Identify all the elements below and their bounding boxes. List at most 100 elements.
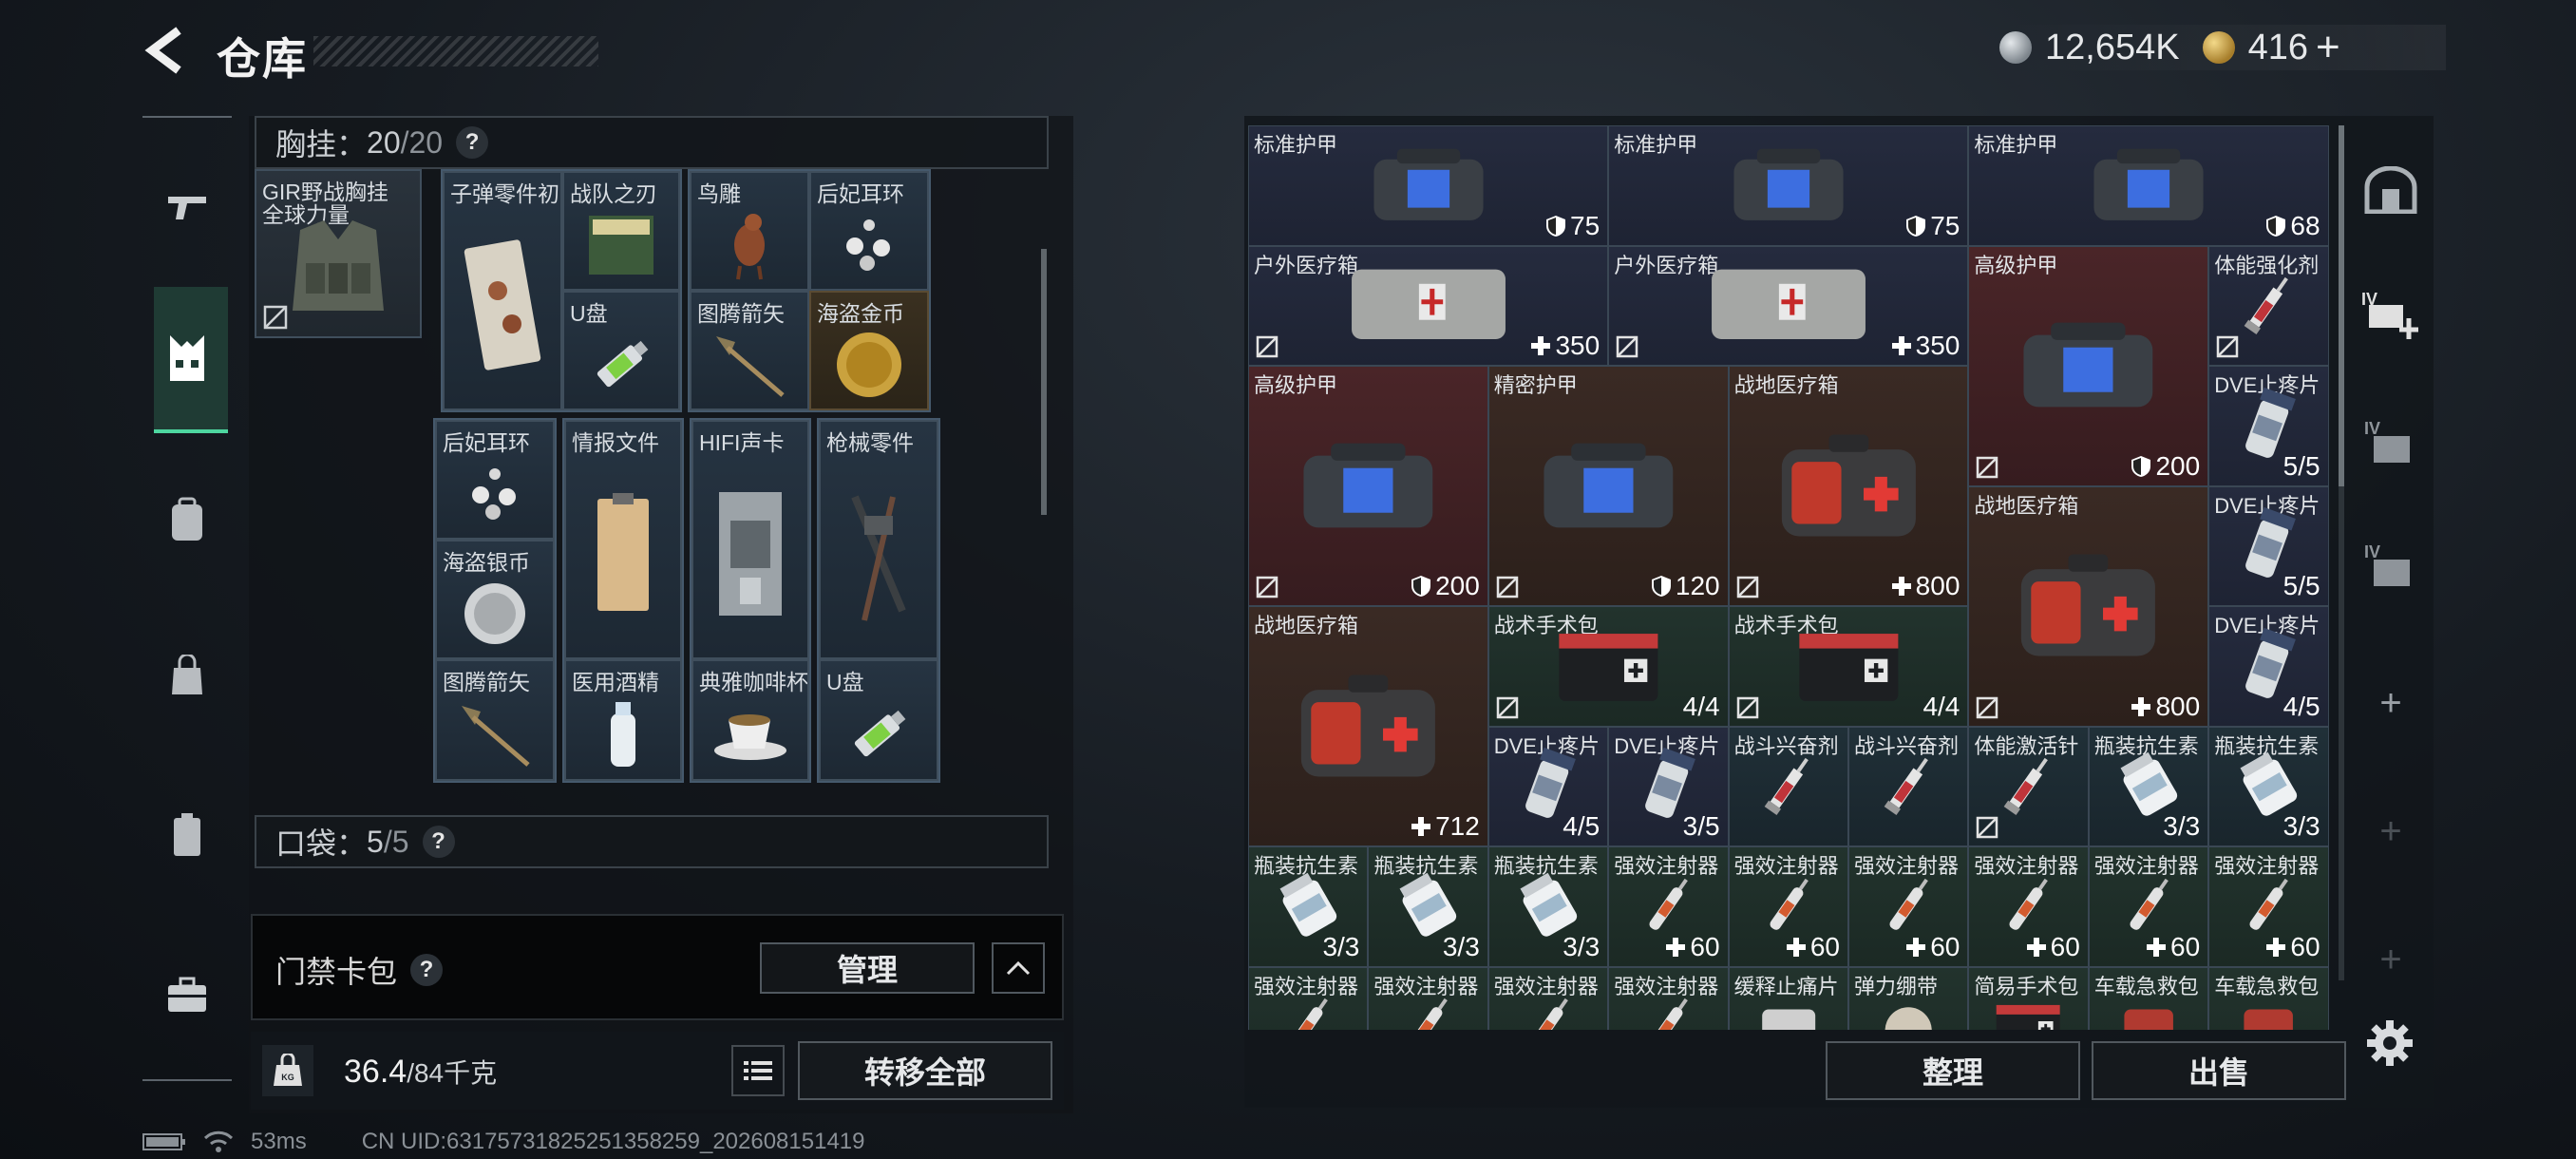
item-cell[interactable]: 子弹零件初: [443, 171, 562, 410]
vest-icon: [170, 335, 204, 381]
inventory-item[interactable]: 强效注射器 60: [1728, 846, 1848, 967]
inventory-item[interactable]: 瓶装抗生素 3/3: [2088, 726, 2209, 846]
inventory-item[interactable]: 战术手术包 4/4: [1487, 606, 1729, 727]
item-cell[interactable]: 后妃耳环: [435, 420, 555, 540]
inventory-item[interactable]: 高级护甲 200: [1248, 366, 1488, 606]
item-cell[interactable]: 海盗金币: [809, 291, 929, 410]
weight-bar: KG 36.4/84千克 转移全部: [251, 1032, 1064, 1110]
inventory-item[interactable]: 精密护甲 120: [1487, 366, 1729, 606]
rail-key-room[interactable]: IV: [2358, 408, 2424, 475]
vest-capacity-bar: 胸挂： 20 /20 ?: [255, 116, 1049, 169]
sell-button[interactable]: 出售: [2092, 1041, 2346, 1100]
nav-bag[interactable]: [154, 642, 220, 709]
inventory-item[interactable]: 户外医疗箱 350: [1248, 245, 1609, 366]
rail-safe[interactable]: [2358, 157, 2424, 223]
gold-balance: 416: [2247, 27, 2308, 67]
scrollbar-thumb[interactable]: [1041, 249, 1047, 515]
settings-gear-icon[interactable]: [2365, 1018, 2415, 1068]
item-value: 4/4: [1923, 691, 1960, 721]
inventory-item[interactable]: 瓶装抗生素 3/3: [1248, 846, 1369, 967]
inventory-item[interactable]: 体能强化剂: [2208, 245, 2329, 366]
rail-add-key[interactable]: IV: [2358, 280, 2424, 347]
inventory-item[interactable]: 弹力绷带: [1848, 966, 1969, 1030]
inventory-item[interactable]: 强效注射器: [1608, 966, 1729, 1030]
inventory-item[interactable]: DVE止疼片 5/5: [2208, 485, 2329, 606]
inventory-item[interactable]: 户外医疗箱 350: [1608, 245, 1969, 366]
inventory-item[interactable]: 瓶装抗生素 3/3: [2208, 726, 2329, 846]
item-cell[interactable]: U盘: [562, 291, 680, 410]
heal-plus-icon: [2026, 937, 2046, 957]
inventory-item[interactable]: 强效注射器 60: [2208, 846, 2329, 967]
help-icon[interactable]: ?: [456, 126, 489, 159]
inventory-item[interactable]: 强效注射器: [1368, 966, 1488, 1030]
item-cell[interactable]: 鸟雕: [690, 171, 809, 291]
inventory-item[interactable]: 战地医疗箱 712: [1248, 606, 1488, 846]
inventory-item[interactable]: 简易手术包: [1968, 966, 2089, 1030]
item-cell[interactable]: 典雅咖啡杯: [691, 659, 809, 781]
collapse-button[interactable]: [992, 942, 1045, 994]
nav-backpack[interactable]: [154, 486, 220, 553]
inventory-item[interactable]: 车载急救包: [2088, 966, 2209, 1030]
inventory-item[interactable]: 标准护甲 75: [1608, 125, 1969, 246]
item-cell[interactable]: HIFI声卡: [691, 420, 809, 659]
scrollbar-thumb[interactable]: [2339, 125, 2344, 486]
inventory-item[interactable]: 标准护甲 68: [1968, 125, 2329, 246]
rail-key-box[interactable]: IV: [2358, 532, 2424, 598]
shield-icon: [1651, 576, 1671, 597]
add-currency-button[interactable]: +: [2316, 24, 2340, 71]
item-cell[interactable]: 图腾箭矢: [690, 291, 809, 410]
item-cell[interactable]: U盘: [819, 659, 938, 781]
rail-add-slot[interactable]: +: [2358, 670, 2424, 736]
inventory-item[interactable]: 战术手术包 4/4: [1728, 606, 1969, 727]
svg-text:IV: IV: [2364, 419, 2380, 438]
nav-case[interactable]: [154, 802, 220, 868]
nav-briefcase[interactable]: [154, 961, 220, 1028]
inventory-item[interactable]: 战斗兴奋剂: [1728, 726, 1848, 846]
inventory-item[interactable]: 标准护甲 75: [1248, 125, 1609, 246]
item-cell[interactable]: 图腾箭矢: [435, 659, 555, 781]
item-cell[interactable]: 海盗银币: [435, 540, 555, 659]
nav-weapons[interactable]: [154, 173, 220, 239]
inventory-item[interactable]: 车载急救包: [2208, 966, 2329, 1030]
inventory-item[interactable]: 强效注射器 60: [2088, 846, 2209, 967]
inventory-item[interactable]: 缓释止痛片: [1728, 966, 1848, 1030]
injector-icon: [1730, 872, 1847, 940]
list-view-button[interactable]: [731, 1045, 785, 1096]
access-card-pack-bar: 门禁卡包 ? 管理: [251, 914, 1064, 1020]
item-cell[interactable]: 枪械零件: [819, 420, 938, 659]
inventory-item[interactable]: 强效注射器 60: [1608, 846, 1729, 967]
item-cell[interactable]: 后妃耳环: [809, 171, 929, 291]
silver-coin-icon: [1999, 31, 2032, 64]
equipped-vest-slot[interactable]: GIR野战胸挂 全球力量: [255, 169, 422, 338]
inventory-item[interactable]: DVE止疼片 3/5: [1608, 726, 1729, 846]
help-icon[interactable]: ?: [422, 826, 455, 858]
inventory-item[interactable]: 战地医疗箱 800: [1968, 485, 2209, 727]
item-cell[interactable]: 情报文件: [564, 420, 682, 659]
item-value: 712: [1411, 811, 1480, 842]
rail-add-slot[interactable]: +: [2358, 926, 2424, 993]
help-icon[interactable]: ?: [410, 954, 444, 986]
inventory-item[interactable]: DVE止疼片 4/5: [2208, 606, 2329, 727]
inventory-item[interactable]: 高级护甲 200: [1968, 245, 2209, 486]
sort-button[interactable]: 整理: [1826, 1041, 2080, 1100]
rail-add-slot[interactable]: +: [2358, 798, 2424, 864]
item-cell[interactable]: 战队之刃: [562, 171, 680, 291]
inventory-item[interactable]: DVE止疼片 5/5: [2208, 366, 2329, 486]
inventory-item[interactable]: 战地医疗箱 800: [1728, 366, 1969, 606]
item-cell[interactable]: 医用酒精: [564, 659, 682, 781]
heal-plus-icon: [2147, 937, 2167, 957]
inventory-item[interactable]: 强效注射器: [1248, 966, 1369, 1030]
inventory-item[interactable]: 体能激活针: [1968, 726, 2089, 846]
transfer-all-button[interactable]: 转移全部: [798, 1041, 1052, 1100]
inventory-item[interactable]: 强效注射器: [1487, 966, 1609, 1030]
inventory-item[interactable]: 战斗兴奋剂: [1848, 726, 1969, 846]
arrow-icon: [716, 336, 785, 397]
inventory-item[interactable]: 强效注射器 60: [1848, 846, 1969, 967]
manage-button[interactable]: 管理: [760, 942, 975, 994]
nav-vest[interactable]: [154, 325, 220, 391]
inventory-item[interactable]: 强效注射器 60: [1968, 846, 2089, 967]
inventory-item[interactable]: 瓶装抗生素 3/3: [1368, 846, 1488, 967]
inventory-item[interactable]: 瓶装抗生素 3/3: [1487, 846, 1609, 967]
back-arrow-icon[interactable]: [142, 27, 190, 74]
inventory-item[interactable]: DVE止疼片 4/5: [1487, 726, 1609, 846]
